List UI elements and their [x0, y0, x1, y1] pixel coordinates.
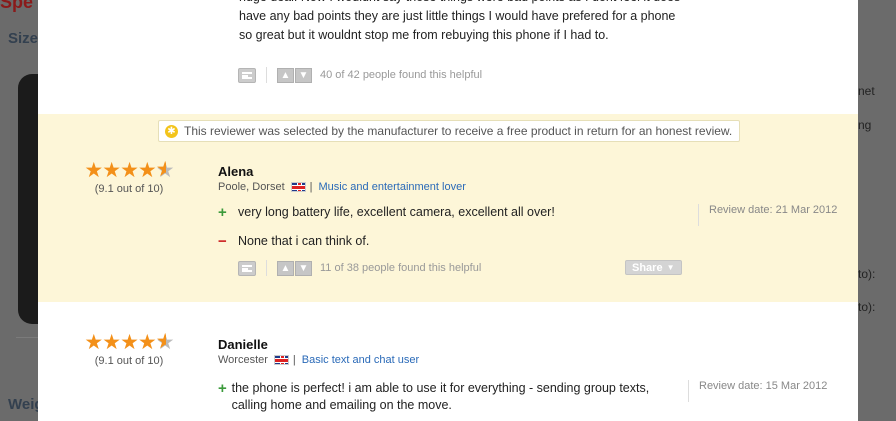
rating: ★★★★★ (9.1 out of 10) — [74, 332, 184, 368]
incentivized-notice: ✱ This reviewer was selected by the manu… — [158, 120, 740, 142]
divider: | — [309, 181, 313, 193]
review-date: Review date: 21 Mar 2012 — [698, 204, 837, 226]
thumbs-down-icon[interactable]: ▼ — [295, 67, 312, 83]
plus-icon: + — [218, 204, 227, 221]
pro-point: + very long battery life, excellent came… — [218, 204, 668, 221]
review-details-button[interactable] — [238, 67, 256, 83]
reviewer-persona-link[interactable]: Music and entertainment lover — [319, 181, 466, 193]
chevron-down-icon: ▼ — [666, 263, 675, 272]
thumbs-down-icon[interactable]: ▼ — [295, 260, 312, 276]
uk-flag-icon — [290, 182, 306, 192]
reviewer-location: Worcester — [218, 354, 268, 366]
reviewer-meta: Worcester | Basic text and chat user — [218, 354, 419, 366]
background-right-text: net — [858, 84, 875, 98]
background-divider — [16, 337, 38, 338]
helpful-count: 11 of 38 people found this helpful — [320, 262, 482, 274]
lines-icon — [242, 71, 252, 79]
review-text: huge deal. Now I wouldnt say those thing… — [239, 0, 680, 42]
review-details-button[interactable] — [238, 260, 256, 276]
background-heading-red: Spe — [0, 0, 34, 12]
reviewer-info: Alena Poole, Dorset | Music and entertai… — [218, 164, 466, 193]
review-date: Review date: 15 Mar 2012 — [688, 380, 827, 402]
highlighted-review: ✱ This reviewer was selected by the manu… — [38, 114, 858, 302]
star-rating-icon: ★★★★★ — [74, 160, 184, 182]
background-heading-size: Size — [8, 30, 39, 47]
rating-score: (9.1 out of 10) — [94, 355, 164, 367]
minus-icon: − — [218, 233, 227, 250]
plus-icon: + — [218, 380, 227, 397]
reviewer-meta: Poole, Dorset | Music and entertainment … — [218, 181, 466, 193]
rating-score: (9.1 out of 10) — [94, 183, 164, 195]
pro-text: very long battery life, excellent camera… — [238, 205, 555, 219]
star-rating-icon: ★★★★★ — [74, 332, 184, 354]
con-text: None that i can think of. — [238, 234, 370, 248]
helpful-row: ▲ ▼ 11 of 38 people found this helpful — [238, 260, 481, 276]
divider — [266, 67, 267, 83]
vote-buttons: ▲ ▼ — [277, 67, 312, 83]
lines-icon — [242, 264, 252, 272]
share-label: Share — [632, 261, 663, 274]
background-right-text: to): — [858, 267, 876, 281]
reviewer-location: Poole, Dorset — [218, 181, 285, 193]
reviewer-name: Alena — [218, 164, 254, 179]
helpful-row: ▲ ▼ 40 of 42 people found this helpful — [238, 67, 482, 83]
helpful-count: 40 of 42 people found this helpful — [320, 69, 483, 81]
thumbs-up-icon[interactable]: ▲ — [277, 260, 294, 276]
reviews-modal: huge deal. Now I wouldnt say those thing… — [38, 0, 858, 421]
background-right-text: ng — [858, 118, 872, 132]
con-point: − None that i can think of. — [218, 233, 668, 250]
divider: | — [292, 354, 296, 366]
vote-buttons: ▲ ▼ — [277, 260, 312, 276]
reviewer-name: Danielle — [218, 337, 268, 352]
rating: ★★★★★ (9.1 out of 10) — [74, 160, 184, 196]
pro-point: + the phone is perfect! i am able to use… — [218, 380, 668, 414]
info-star-icon: ✱ — [165, 124, 178, 138]
uk-flag-icon — [273, 355, 289, 365]
notice-text: This reviewer was selected by the manufa… — [184, 124, 733, 138]
background-phone-image — [18, 74, 40, 324]
divider — [266, 260, 267, 276]
background-right-text: to): — [858, 300, 876, 314]
share-button[interactable]: Share ▼ — [625, 260, 682, 275]
reviewer-persona-link[interactable]: Basic text and chat user — [302, 354, 419, 366]
reviewer-info: Danielle Worcester | Basic text and chat… — [218, 337, 419, 366]
thumbs-up-icon[interactable]: ▲ — [277, 67, 294, 83]
pro-text: the phone is perfect! i am able to use i… — [231, 381, 650, 412]
